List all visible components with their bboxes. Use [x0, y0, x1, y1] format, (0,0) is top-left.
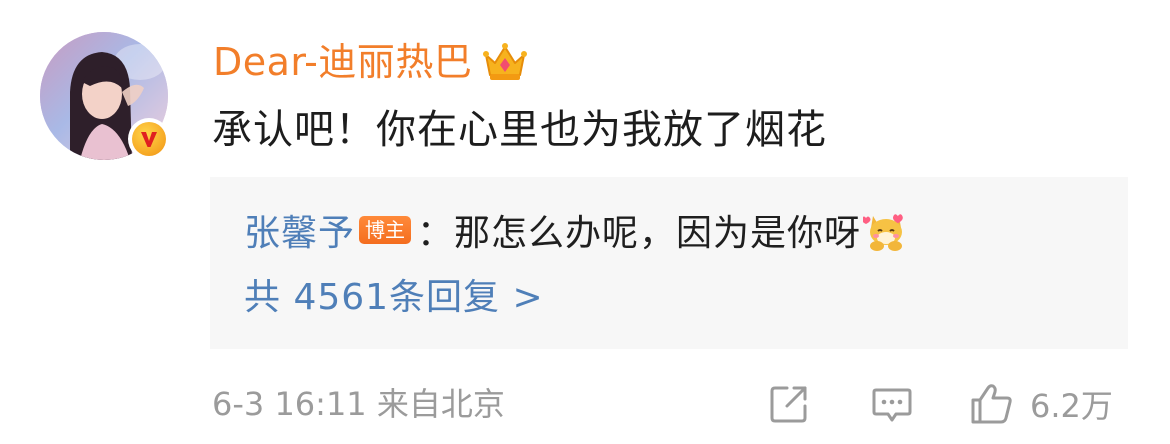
- comment-text: 承认吧！你在心里也为我放了烟花: [212, 107, 827, 153]
- author-row: Dear-迪丽热巴: [213, 34, 528, 90]
- like-button[interactable]: 6.2万: [968, 378, 1113, 430]
- more-replies-link[interactable]: 共 4561条回复 >: [244, 271, 544, 325]
- reply-preview[interactable]: 张馨予 博主 ： 那怎么办呢，因为是你呀 共 4561条回复 >: [210, 177, 1128, 349]
- vip-v-icon: [141, 132, 157, 147]
- share-icon: [770, 386, 807, 423]
- share-button[interactable]: [767, 378, 811, 430]
- reply-line: 张馨予 博主 ： 那怎么办呢，因为是你呀: [244, 203, 911, 257]
- author-name[interactable]: Dear-迪丽热巴: [213, 34, 472, 90]
- crown-icon: [483, 43, 528, 80]
- reply-author[interactable]: 张馨予: [244, 204, 355, 256]
- thumbs-up-icon: [971, 384, 1012, 424]
- weibo-comment: Dear-迪丽热巴 承认吧！你在心里也为我放了烟花 张馨予 博主 ： 那怎么办呢…: [0, 0, 1170, 444]
- reply-separator: ：: [417, 213, 455, 254]
- host-badge: 博主: [359, 216, 412, 244]
- comment-icon: [872, 388, 912, 422]
- like-count: 6.2万: [1030, 387, 1113, 425]
- comment-button[interactable]: [870, 378, 914, 430]
- reply-text: 那怎么办呢，因为是你呀: [454, 213, 862, 254]
- vip-badge: [128, 118, 170, 160]
- shy-dog-emoji-icon: [863, 214, 903, 251]
- comment-actions: 6.2万: [0, 378, 1170, 430]
